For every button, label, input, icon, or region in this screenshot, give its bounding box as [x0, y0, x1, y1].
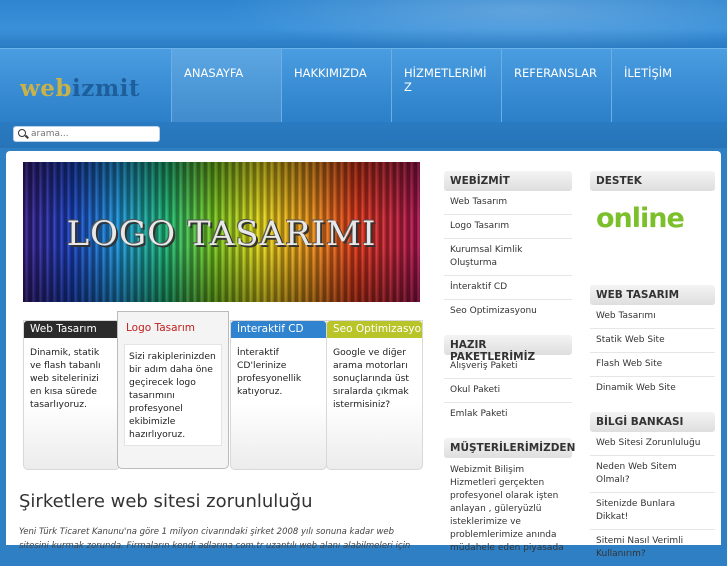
webtasarim-box-title: WEB TASARIM	[590, 285, 715, 305]
main-nav: ANASAYFA HAKKIMIZDA HİZMETLERİMİZ REFERA…	[171, 49, 721, 123]
paketler-box-title: HAZIR PAKETLERİMİZ	[444, 335, 572, 363]
link-interaktif-cd[interactable]: İnteraktif CD	[444, 276, 572, 300]
musteriler-box-title: MÜŞTERİLERİMİZDEN	[444, 438, 575, 458]
link-web-tasarim[interactable]: Web Tasarım	[444, 191, 572, 215]
tab-title: Seo Optimizasyon	[327, 321, 422, 338]
link-zorunluluk[interactable]: Web Sitesi Zorunluluğu	[590, 432, 715, 456]
tab-content-box: Sizi rakiplerinizden bir adım daha öne g…	[124, 344, 222, 446]
tab-title: İnteraktif CD	[231, 321, 326, 338]
link-web-tasarimi[interactable]: Web Tasarımı	[590, 305, 715, 329]
tab-title: Logo Tasarım	[126, 322, 195, 334]
tab-text: Sizi rakiplerinizden bir adım daha öne g…	[129, 351, 216, 440]
tab-title: Web Tasarım	[24, 321, 119, 338]
content-area: LOGO TASARIMI Web Tasarım Dinamik, stati…	[6, 151, 721, 559]
top-banner	[0, 0, 727, 48]
link-statik-web-site[interactable]: Statik Web Site	[590, 329, 715, 353]
tab-text: Dinamik, statik ve flash tabanlı web sit…	[30, 347, 101, 410]
link-neden-web-sitem[interactable]: Neden Web Sitem Olmalı?	[590, 456, 715, 493]
logo-part2: izmit	[72, 75, 141, 102]
site-logo[interactable]: webizmit	[20, 75, 140, 102]
search-box	[13, 126, 160, 142]
search-input[interactable]	[31, 127, 151, 141]
search-bar	[0, 122, 727, 148]
tab-text: Google ve diğer arama motorları sonuçlar…	[333, 347, 410, 410]
link-seo[interactable]: Seo Optimizasyonu	[444, 300, 572, 323]
destek-box-title: DESTEK	[590, 171, 715, 191]
banner-title: LOGO TASARIMI	[66, 214, 377, 254]
link-dikkat[interactable]: Sitenizde Bunlara Dikkat!	[590, 493, 715, 530]
sidebar-left: WEBİZMİT Web Tasarım Logo Tasarım Kurums…	[444, 171, 575, 561]
nav-hakkimizda[interactable]: HAKKIMIZDA	[281, 49, 391, 123]
hero-banner: LOGO TASARIMI	[23, 162, 420, 302]
link-okul-paketi[interactable]: Okul Paketi	[444, 379, 572, 403]
link-emlak-paketi[interactable]: Emlak Paketi	[444, 403, 572, 426]
nav-anasayfa[interactable]: ANASAYFA	[171, 49, 281, 123]
link-verimli[interactable]: Sitemi Nasıl Verimli Kullanırım?	[590, 530, 715, 566]
testimonial-text: Webizmit Bilişim Hizmetleri gerçekten pr…	[450, 465, 564, 553]
link-logo-tasarim[interactable]: Logo Tasarım	[444, 215, 572, 239]
service-tabs: Web Tasarım Dinamik, statik ve flash tab…	[23, 311, 423, 471]
tab-interaktif-cd[interactable]: İnteraktif CD İnteraktif CD'lerinize pro…	[230, 320, 327, 470]
webizmit-box-title: WEBİZMİT	[444, 171, 572, 191]
sidebar-right: DESTEK online WEB TASARIM Web Tasarımı S…	[590, 171, 715, 566]
nav-hizmetlerimiz[interactable]: HİZMETLERİMİZ	[391, 49, 501, 123]
nav-referanslar[interactable]: REFERANSLAR	[501, 49, 611, 123]
logo-part1: web	[20, 75, 73, 102]
link-dinamik-web-site[interactable]: Dinamik Web Site	[590, 377, 715, 400]
link-kurumsal-kimlik[interactable]: Kurumsal Kimlik Oluşturma	[444, 239, 572, 276]
tab-text: İnteraktif CD'lerinize profesyonellik ka…	[237, 347, 302, 397]
bilgi-box-title: BİLGİ BANKASI	[590, 412, 715, 432]
nav-iletisim[interactable]: İLETİŞİM	[611, 49, 721, 123]
online-support-badge[interactable]: online	[590, 191, 715, 258]
link-flash-web-site[interactable]: Flash Web Site	[590, 353, 715, 377]
tab-web-tasarim[interactable]: Web Tasarım Dinamik, statik ve flash tab…	[23, 320, 120, 470]
tab-seo[interactable]: Seo Optimizasyon Google ve diğer arama m…	[326, 320, 423, 470]
tab-logo-tasarim[interactable]: Logo Tasarım Sizi rakiplerinizden bir ad…	[117, 311, 229, 469]
search-icon[interactable]	[18, 129, 26, 137]
article-paragraph: Yeni Türk Ticaret Kanunu'na göre 1 milyo…	[19, 527, 411, 551]
article-heading: Şirketlere web sitesi zorunluluğu	[19, 491, 313, 512]
header: webizmit ANASAYFA HAKKIMIZDA HİZMETLERİM…	[0, 48, 727, 123]
